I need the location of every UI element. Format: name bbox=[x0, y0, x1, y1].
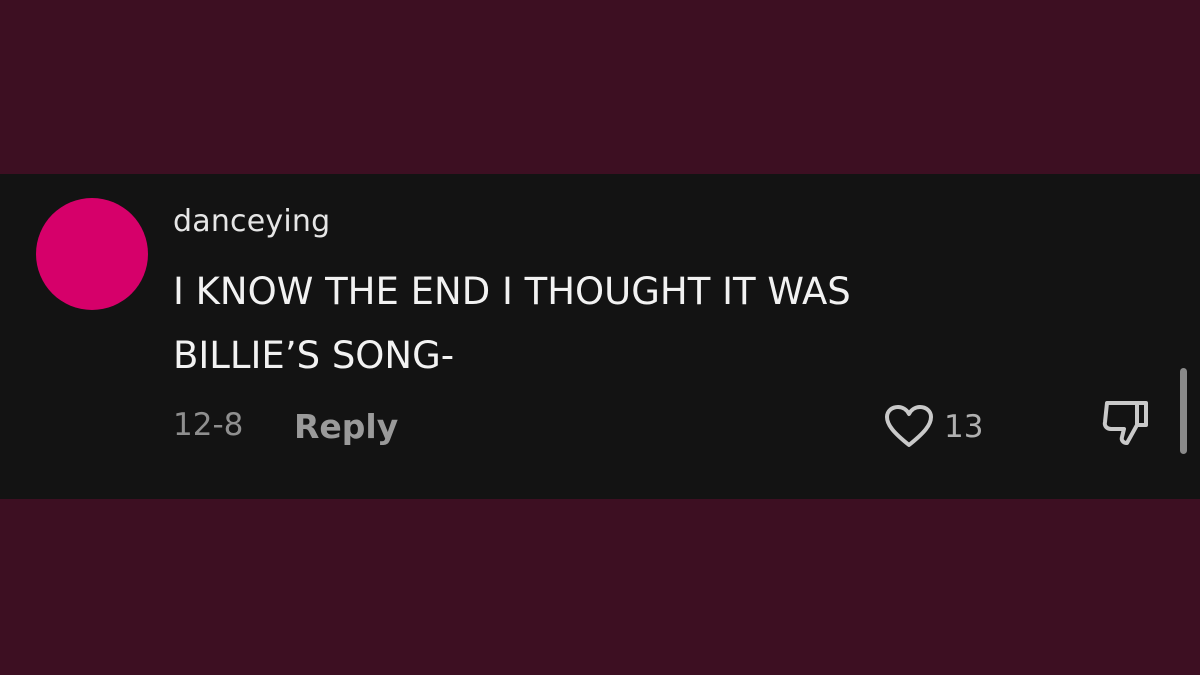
scrollbar[interactable] bbox=[1180, 368, 1187, 454]
reply-button[interactable]: Reply bbox=[294, 407, 398, 446]
like-button[interactable]: 13 bbox=[884, 402, 983, 452]
comment-username[interactable]: danceying bbox=[173, 204, 330, 239]
avatar[interactable] bbox=[36, 198, 148, 310]
like-count: 13 bbox=[944, 409, 984, 445]
screen: danceying I KNOW THE END I THOUGHT IT WA… bbox=[0, 0, 1200, 675]
heart-icon[interactable] bbox=[884, 405, 934, 449]
comment-date: 12-8 bbox=[173, 407, 244, 443]
thumbs-down-icon[interactable] bbox=[1097, 397, 1153, 449]
comment-text: I KNOW THE END I THOUGHT IT WAS BILLIE’S… bbox=[173, 270, 851, 377]
comment-item: danceying I KNOW THE END I THOUGHT IT WA… bbox=[0, 174, 1200, 499]
